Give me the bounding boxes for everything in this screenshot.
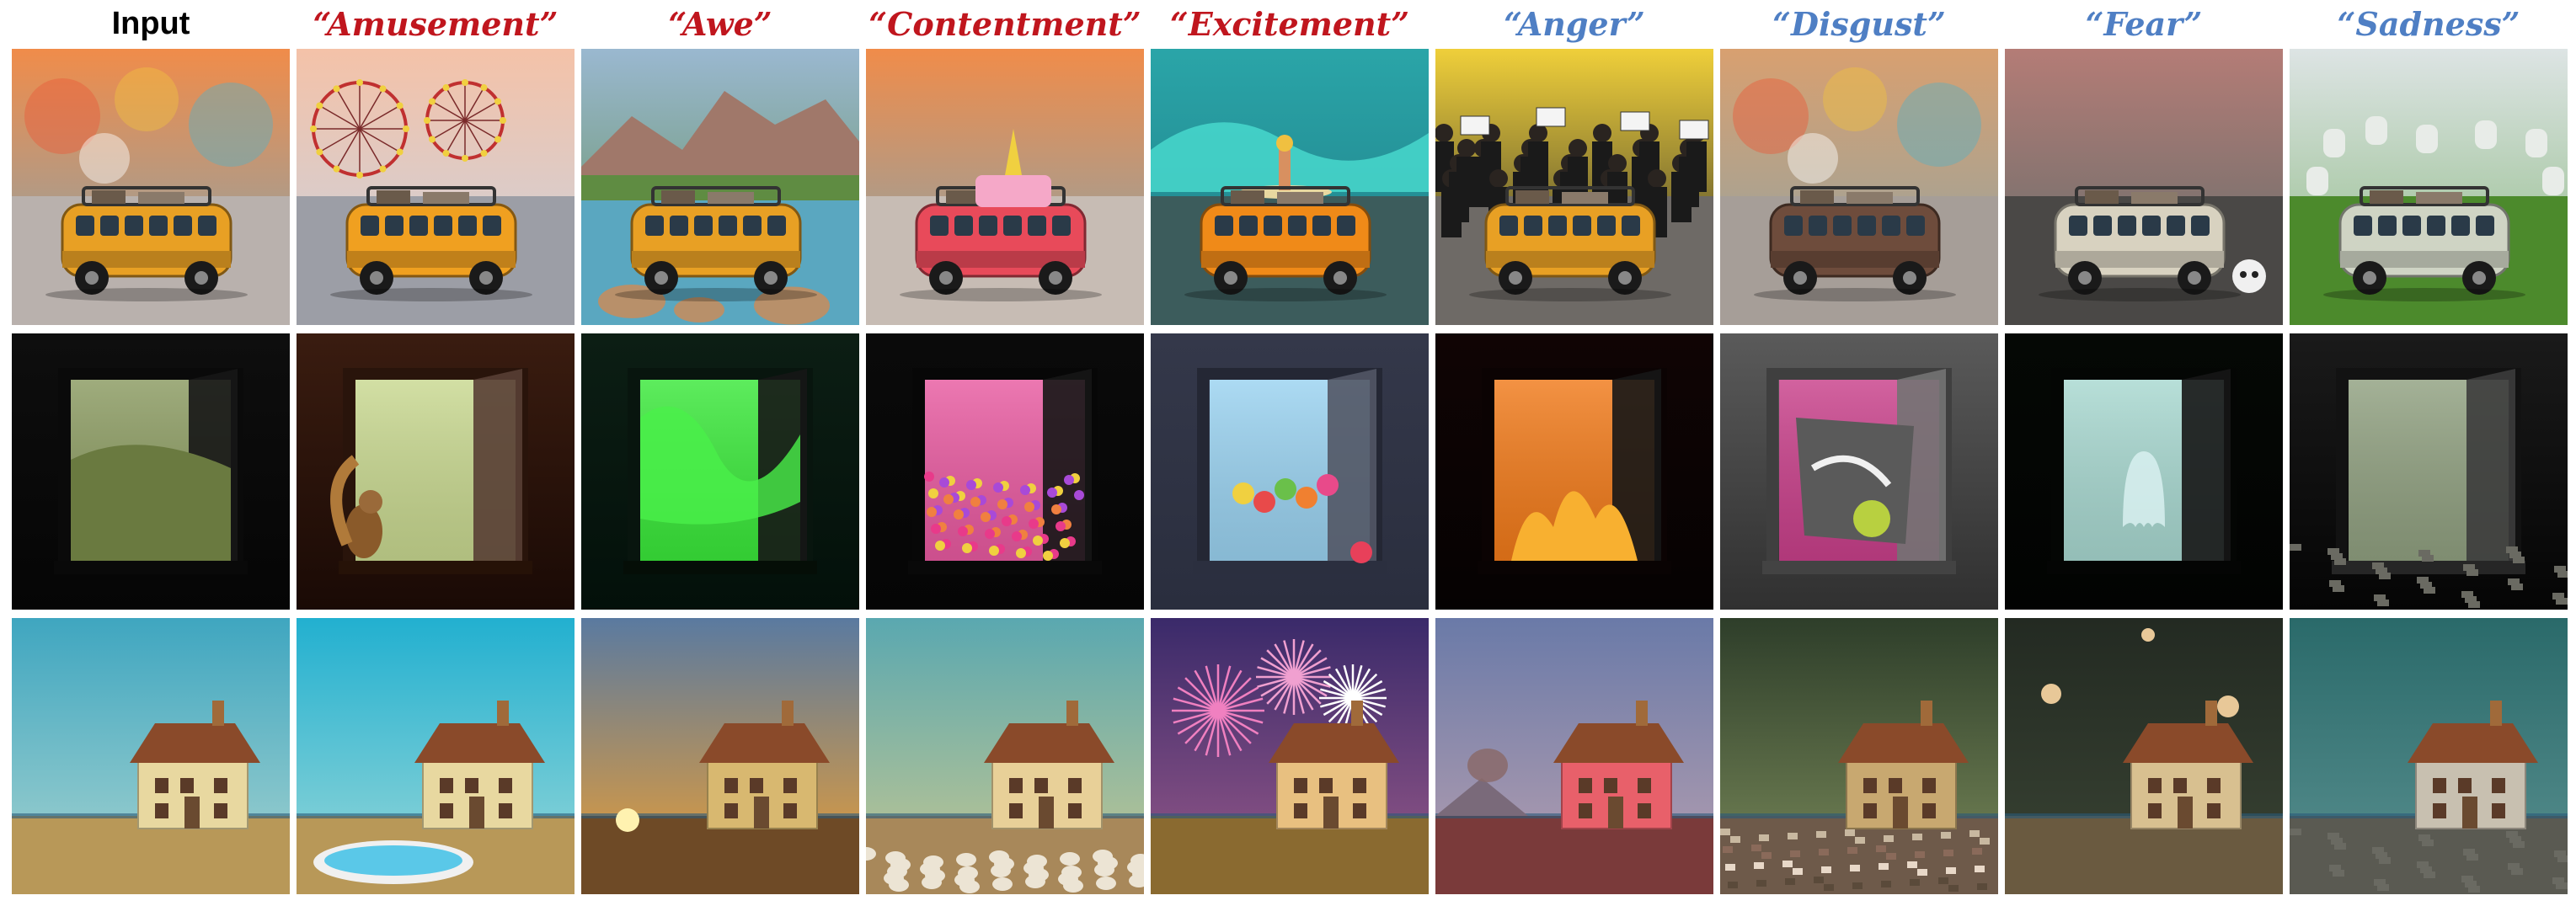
image-tile-van-sadness — [2290, 49, 2568, 325]
image-tile-van-input — [12, 49, 290, 325]
image-tile-window-amusement — [297, 333, 575, 610]
scene-illustration — [866, 49, 1144, 325]
column-header-contentment: “Contentment” — [868, 4, 1141, 43]
image-tile-house-awe — [581, 618, 859, 894]
scene-illustration — [1720, 333, 1998, 610]
emotion-figure: Input “Amusement” “Awe” “Contentment” “Excit… — [0, 0, 2576, 906]
scene-illustration — [12, 618, 290, 894]
image-tile-window-excitement — [1151, 333, 1429, 610]
image-tile-house-sadness — [2290, 618, 2568, 894]
scene-illustration — [297, 49, 575, 325]
scene-illustration — [2290, 49, 2568, 325]
image-tile-house-input — [12, 618, 290, 894]
scene-illustration — [2290, 618, 2568, 894]
scene-illustration — [1435, 333, 1713, 610]
scene-illustration — [297, 333, 575, 610]
image-tile-van-awe — [581, 49, 859, 325]
graffiti-detail — [1796, 418, 1914, 544]
scene-illustration — [581, 333, 859, 610]
scene-illustration — [12, 333, 290, 610]
image-tile-window-awe — [581, 333, 859, 610]
scene-illustration — [866, 618, 1144, 894]
image-tile-window-contentment — [866, 333, 1144, 610]
sunset-detail — [616, 808, 639, 832]
scene-illustration — [581, 618, 859, 894]
image-tile-van-excitement — [1151, 49, 1429, 325]
image-tile-window-disgust — [1720, 333, 1998, 610]
column-header-excitement: “Excitement” — [1169, 4, 1410, 43]
column-header-fear: “Fear” — [2085, 4, 2203, 43]
scene-illustration — [1720, 618, 1998, 894]
scene-illustration — [2005, 618, 2283, 894]
image-tile-house-disgust — [1720, 618, 1998, 894]
image-tile-house-anger — [1435, 618, 1713, 894]
pool-detail — [313, 840, 473, 884]
scene-illustration — [12, 49, 290, 325]
column-header-awe: “Awe” — [668, 4, 772, 43]
column-header-input: Input — [111, 5, 190, 41]
image-tile-house-contentment — [866, 618, 1144, 894]
image-tile-window-fear — [2005, 333, 2283, 610]
scene-illustration — [1151, 618, 1429, 894]
image-tile-window-anger — [1435, 333, 1713, 610]
scene-illustration — [1435, 618, 1713, 894]
window-icon — [2332, 368, 2525, 574]
column-header-sadness: “Sadness” — [2337, 4, 2520, 43]
scene-illustration — [2005, 333, 2283, 610]
scene-illustration — [2290, 333, 2568, 610]
skull-detail — [2232, 259, 2266, 293]
scene-illustration — [1720, 49, 1998, 325]
image-tile-window-sadness — [2290, 333, 2568, 610]
column-header-disgust: “Disgust” — [1772, 4, 1946, 43]
image-tile-window-input — [12, 333, 290, 610]
column-header-anger: “Anger” — [1504, 4, 1645, 43]
scene-illustration — [581, 49, 859, 325]
image-tile-house-fear — [2005, 618, 2283, 894]
image-tile-van-fear — [2005, 49, 2283, 325]
scene-illustration — [297, 618, 575, 894]
image-tile-van-disgust — [1720, 49, 1998, 325]
scene-illustration — [2005, 49, 2283, 325]
scene-illustration — [1151, 49, 1429, 325]
column-header-amusement: “Amusement” — [313, 4, 558, 43]
scene-illustration — [866, 333, 1144, 610]
image-tile-van-contentment — [866, 49, 1144, 325]
image-tile-van-amusement — [297, 49, 575, 325]
scene-illustration — [1435, 49, 1713, 325]
image-tile-van-anger — [1435, 49, 1713, 325]
image-tile-house-excitement — [1151, 618, 1429, 894]
image-tile-house-amusement — [297, 618, 575, 894]
valley-detail — [71, 445, 231, 561]
scene-illustration — [1151, 333, 1429, 610]
